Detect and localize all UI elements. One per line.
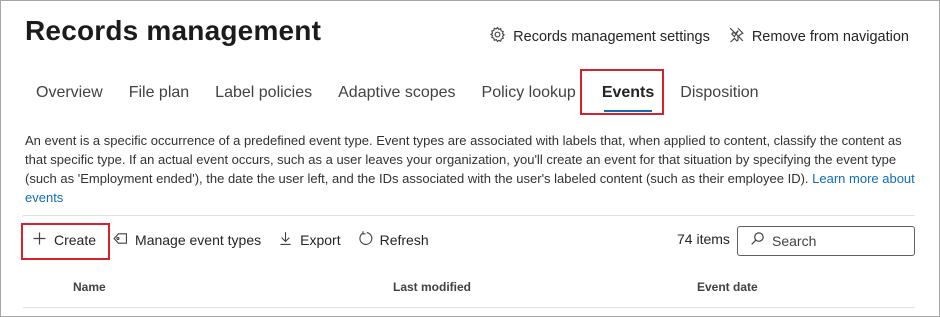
remove-from-navigation-label: Remove from navigation bbox=[751, 28, 909, 45]
search-icon bbox=[750, 231, 765, 251]
page-title: Records management bbox=[25, 15, 322, 46]
tab-adaptive-scopes[interactable]: Adaptive scopes bbox=[325, 67, 468, 119]
export-label: Export bbox=[300, 232, 341, 248]
divider bbox=[23, 215, 915, 216]
export-button[interactable]: Export bbox=[277, 230, 341, 250]
unpin-icon bbox=[728, 26, 745, 47]
tab-label: Overview bbox=[36, 84, 103, 101]
tab-label: Adaptive scopes bbox=[338, 84, 456, 101]
tab-disposition[interactable]: Disposition bbox=[667, 67, 771, 119]
events-description: An event is a specific occurrence of a p… bbox=[25, 131, 915, 207]
manage-event-types-button[interactable]: Manage event types bbox=[112, 230, 261, 250]
column-header-last-modified[interactable]: Last modified bbox=[393, 280, 471, 294]
gear-icon bbox=[489, 26, 506, 47]
tab-label: Disposition bbox=[680, 84, 759, 101]
tab-label: Policy lookup bbox=[481, 84, 576, 101]
item-count: 74 items bbox=[677, 231, 730, 247]
tab-label-policies[interactable]: Label policies bbox=[202, 67, 325, 119]
tab-label: Label policies bbox=[215, 84, 313, 101]
remove-from-navigation-button[interactable]: Remove from navigation bbox=[728, 26, 909, 47]
records-settings-label: Records management settings bbox=[513, 28, 710, 45]
column-header-name[interactable]: Name bbox=[73, 280, 106, 294]
tag-icon bbox=[112, 230, 129, 250]
table-header-divider bbox=[23, 307, 915, 308]
records-management-page: Records management Records management se… bbox=[0, 0, 940, 317]
search-box[interactable] bbox=[737, 226, 915, 256]
refresh-icon bbox=[357, 230, 374, 250]
tab-label: File plan bbox=[128, 84, 190, 101]
create-button-highlight bbox=[21, 223, 110, 260]
events-tab-highlight bbox=[580, 69, 664, 115]
search-input[interactable] bbox=[772, 233, 902, 249]
tab-file-plan[interactable]: File plan bbox=[116, 67, 202, 119]
refresh-label: Refresh bbox=[379, 232, 429, 248]
tab-policy-lookup[interactable]: Policy lookup bbox=[469, 67, 589, 119]
records-settings-button[interactable]: Records management settings bbox=[489, 26, 710, 47]
description-text: An event is a specific occurrence of a p… bbox=[25, 133, 902, 186]
column-header-event-date[interactable]: Event date bbox=[697, 280, 758, 294]
manage-event-types-label: Manage event types bbox=[135, 232, 262, 248]
download-icon bbox=[277, 230, 294, 250]
refresh-button[interactable]: Refresh bbox=[357, 230, 429, 250]
tab-overview[interactable]: Overview bbox=[23, 67, 116, 119]
header-actions: Records management settings Remove from … bbox=[489, 26, 909, 47]
